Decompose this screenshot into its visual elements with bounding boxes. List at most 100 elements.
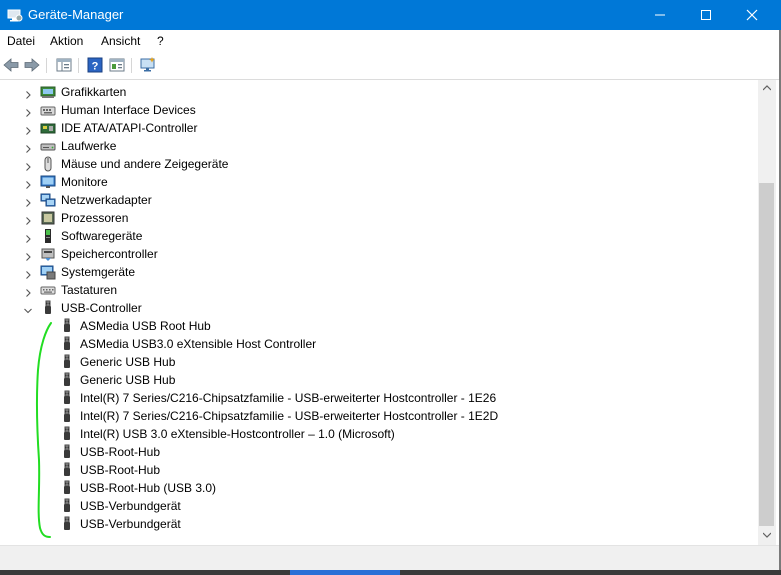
tree-device-label: USB-Root-Hub (USB 3.0) (80, 481, 217, 495)
chevron-right-icon[interactable] (24, 232, 32, 243)
tree-category-label: Netzwerkadapter (61, 193, 152, 207)
title-bar: Geräte-Manager (0, 0, 781, 30)
tree-device-row[interactable]: Intel(R) USB 3.0 eXtensible-Hostcontroll… (0, 425, 740, 443)
tree-category-row[interactable]: Monitore (0, 173, 740, 191)
help-icon[interactable]: ? (86, 56, 104, 74)
tree-category-row[interactable]: Netzwerkadapter (0, 191, 740, 209)
chevron-right-icon[interactable] (24, 106, 32, 117)
window-title: Geräte-Manager (28, 7, 124, 22)
usb-icon (59, 444, 75, 460)
tree-category-label: Human Interface Devices (61, 103, 196, 117)
tree-category-label: Softwaregeräte (61, 229, 143, 243)
software-device-icon (40, 228, 56, 244)
taskbar-strip (0, 570, 781, 575)
tree-device-row[interactable]: Generic USB Hub (0, 371, 740, 389)
toolbar-separator (46, 58, 47, 73)
chevron-right-icon[interactable] (24, 142, 32, 153)
tree-device-row[interactable]: Generic USB Hub (0, 353, 740, 371)
tree-device-row[interactable]: USB-Root-Hub (0, 443, 740, 461)
mouse-icon (40, 156, 56, 172)
tree-device-label: USB-Root-Hub (80, 463, 161, 477)
tree-category-row[interactable]: Tastaturen (0, 281, 740, 299)
tree-device-row[interactable]: ASMedia USB3.0 eXtensible Host Controlle… (0, 335, 740, 353)
tree-category-row[interactable]: Laufwerke (0, 137, 740, 155)
chevron-down-icon[interactable] (24, 304, 32, 314)
chevron-right-icon[interactable] (24, 160, 32, 171)
tree-device-label: Intel(R) 7 Series/C216-Chipsatzfamilie -… (80, 391, 497, 405)
tree-category-label: Grafikkarten (61, 85, 127, 99)
tree-category-row[interactable]: Mäuse und andere Zeigegeräte (0, 155, 740, 173)
menu-ansicht[interactable]: Ansicht (101, 34, 140, 48)
scrollbar-thumb[interactable] (759, 183, 774, 526)
usb-icon (59, 408, 75, 424)
tree-category-row[interactable]: USB-Controller (0, 299, 740, 317)
tree-device-label: ASMedia USB Root Hub (80, 319, 211, 333)
tree-category-label: Mäuse und andere Zeigegeräte (61, 157, 229, 171)
tree-device-row[interactable]: ASMedia USB Root Hub (0, 317, 740, 335)
device-tree[interactable]: Grafikkarten Human Interface Devices IDE A… (0, 80, 758, 545)
menu-help[interactable]: ? (157, 34, 164, 48)
toolbar-separator (131, 58, 132, 73)
scroll-up-icon[interactable] (763, 85, 771, 91)
scroll-down-icon[interactable] (763, 532, 771, 538)
tree-category-row[interactable]: Human Interface Devices (0, 101, 740, 119)
chevron-right-icon[interactable] (24, 286, 32, 297)
taskbar-highlight (290, 570, 400, 575)
toolbar-separator (78, 58, 79, 73)
tree-device-row[interactable]: Intel(R) 7 Series/C216-Chipsatzfamilie -… (0, 389, 740, 407)
chevron-right-icon[interactable] (24, 250, 32, 261)
maximize-button[interactable] (683, 0, 729, 30)
minimize-button[interactable] (637, 0, 683, 30)
chevron-right-icon[interactable] (24, 178, 32, 189)
usb-icon (59, 354, 75, 370)
tree-device-label: Intel(R) 7 Series/C216-Chipsatzfamilie -… (80, 409, 499, 423)
properties-pane-icon[interactable] (55, 56, 73, 74)
tree-category-label: Tastaturen (61, 283, 118, 297)
tree-category-label: IDE ATA/ATAPI-Controller (61, 121, 198, 135)
usb-icon (59, 462, 75, 478)
close-button[interactable] (729, 0, 775, 30)
tree-device-row[interactable]: USB-Verbundgerät (0, 497, 740, 515)
chevron-right-icon[interactable] (24, 214, 32, 225)
monitor-icon (40, 174, 56, 190)
network-adapter-icon (40, 192, 56, 208)
system-device-icon (40, 264, 56, 280)
show-view-icon[interactable] (108, 56, 126, 74)
tree-category-row[interactable]: Prozessoren (0, 209, 740, 227)
tree-device-row[interactable]: USB-Root-Hub (USB 3.0) (0, 479, 740, 497)
vertical-scrollbar[interactable] (758, 80, 776, 545)
minimize-icon (655, 14, 665, 16)
tree-device-row[interactable]: USB-Root-Hub (0, 461, 740, 479)
monitor-scan-icon[interactable] (139, 56, 157, 74)
tree-device-row[interactable]: USB-Verbundgerät (0, 515, 740, 533)
tree-category-label: Speichercontroller (61, 247, 158, 261)
chevron-right-icon[interactable] (24, 268, 32, 279)
tree-device-label: ASMedia USB3.0 eXtensible Host Controlle… (80, 337, 317, 351)
tree-category-row[interactable]: Softwaregeräte (0, 227, 740, 245)
back-arrow-icon[interactable] (2, 56, 20, 74)
usb-icon (59, 390, 75, 406)
menu-bar: Datei Aktion Ansicht ? (0, 30, 779, 52)
usb-icon (59, 372, 75, 388)
tree-category-row[interactable]: IDE ATA/ATAPI-Controller (0, 119, 740, 137)
display-adapter-icon (40, 84, 56, 100)
tree-device-row[interactable]: Intel(R) 7 Series/C216-Chipsatzfamilie -… (0, 407, 740, 425)
tree-category-row[interactable]: Speichercontroller (0, 245, 740, 263)
tree-category-label: USB-Controller (61, 301, 142, 315)
tree-device-label: Generic USB Hub (80, 355, 176, 369)
tree-category-label: Monitore (61, 175, 108, 189)
tree-category-row[interactable]: Grafikkarten (0, 83, 740, 101)
menu-datei[interactable]: Datei (7, 34, 35, 48)
menu-aktion[interactable]: Aktion (50, 34, 83, 48)
tree-category-row[interactable]: Systemgeräte (0, 263, 740, 281)
keyboard-icon (40, 282, 56, 298)
tree-category-label: Laufwerke (61, 139, 117, 153)
chevron-right-icon[interactable] (24, 124, 32, 135)
tree-device-label: USB-Root-Hub (80, 445, 161, 459)
tree-device-label: USB-Verbundgerät (80, 517, 181, 531)
usb-icon (59, 426, 75, 442)
chevron-right-icon[interactable] (24, 88, 32, 99)
chevron-right-icon[interactable] (24, 196, 32, 207)
forward-arrow-icon[interactable] (23, 56, 41, 74)
usb-icon (59, 480, 75, 496)
